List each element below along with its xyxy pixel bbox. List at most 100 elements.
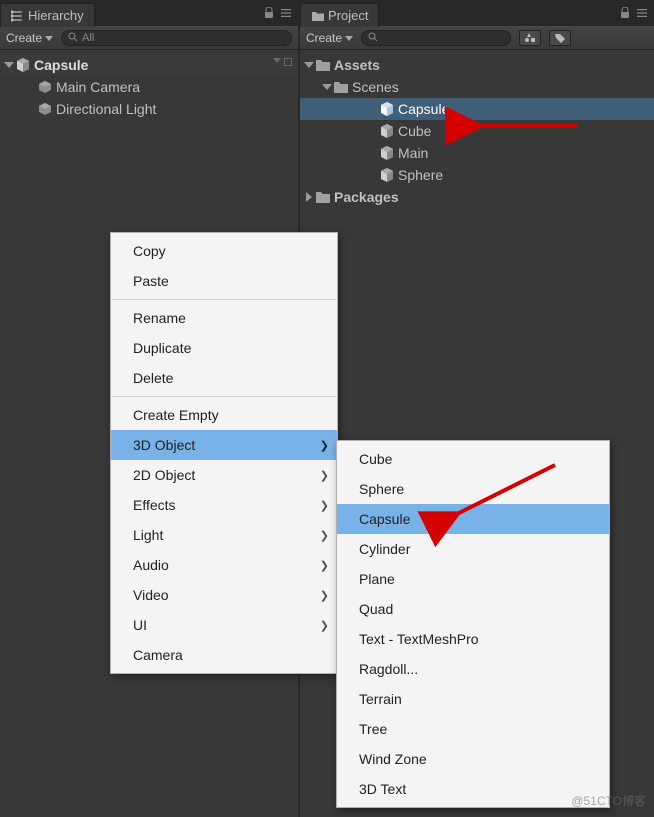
menu-item[interactable]: Ragdoll...	[337, 654, 609, 684]
lock-icon[interactable]	[620, 6, 630, 18]
menu-item[interactable]: Text - TextMeshPro	[337, 624, 609, 654]
lock-icon[interactable]	[264, 6, 274, 18]
filter-by-label-button[interactable]	[549, 30, 571, 46]
context-submenu-3d-object[interactable]: Cube SphereCapsule Cylinder Plane Quad Text -…	[336, 440, 610, 808]
menu-item[interactable]: 3D Text	[337, 774, 609, 804]
menu-item[interactable]: Rename	[111, 303, 337, 333]
submenu-arrow-icon: ❯	[320, 439, 329, 452]
folder-icon	[333, 79, 349, 95]
submenu-arrow-icon: ❯	[320, 559, 329, 572]
chevron-down-icon[interactable]	[273, 58, 281, 63]
menu-item[interactable]: Video❯	[111, 580, 337, 610]
menu-item-label: Cylinder	[359, 541, 410, 557]
project-tab[interactable]: Project	[300, 3, 379, 27]
project-search-input[interactable]	[361, 30, 511, 46]
hierarchy-item-label: Main Camera	[56, 79, 140, 95]
asset-label: Cube	[398, 123, 431, 139]
tab-menu-icon[interactable]	[636, 6, 648, 18]
folder-icon	[315, 189, 331, 205]
project-tab-label: Project	[328, 8, 368, 23]
hierarchy-item-label: Directional Light	[56, 101, 156, 117]
foldout-icon[interactable]	[4, 62, 14, 68]
project-packages-row[interactable]: Packages	[300, 186, 654, 208]
create-label: Create	[306, 31, 342, 45]
menu-item[interactable]: Paste	[111, 266, 337, 296]
menu-item[interactable]: Cylinder	[337, 534, 609, 564]
hierarchy-tab[interactable]: Hierarchy	[0, 3, 95, 27]
menu-item[interactable]: Cube	[337, 444, 609, 474]
foldout-icon[interactable]	[322, 84, 332, 90]
menu-item[interactable]: Create Empty	[111, 400, 337, 430]
menu-item[interactable]: Light❯	[111, 520, 337, 550]
menu-item[interactable]: 3D Object❯	[111, 430, 337, 460]
hierarchy-item[interactable]: Main Camera	[0, 76, 298, 98]
menu-item[interactable]: Wind Zone	[337, 744, 609, 774]
menu-item-label: Effects	[133, 497, 176, 513]
menu-item-label: 2D Object	[133, 467, 195, 483]
project-assets-row[interactable]: Assets	[300, 54, 654, 76]
hierarchy-root-label: Capsule	[34, 57, 88, 73]
menu-item[interactable]: Copy	[111, 236, 337, 266]
hierarchy-tabbar: Hierarchy	[0, 0, 298, 26]
menu-item-label: Wind Zone	[359, 751, 427, 767]
project-scene-asset[interactable]: Cube	[300, 120, 654, 142]
menu-separator	[112, 299, 336, 300]
hierarchy-item[interactable]: Directional Light	[0, 98, 298, 120]
menu-item-label: Create Empty	[133, 407, 219, 423]
project-create-button[interactable]: Create	[306, 31, 353, 45]
menu-item-label: Cube	[359, 451, 392, 467]
menu-item-label: Terrain	[359, 691, 402, 707]
menu-item[interactable]: Tree	[337, 714, 609, 744]
filter-by-type-button[interactable]	[519, 30, 541, 46]
options-icon[interactable]	[284, 58, 292, 66]
project-scenes-row[interactable]: Scenes	[300, 76, 654, 98]
menu-item[interactable]: Quad	[337, 594, 609, 624]
tab-menu-icon[interactable]	[280, 6, 292, 18]
watermark: @51CTO博客	[571, 792, 646, 809]
foldout-icon[interactable]	[304, 62, 314, 68]
hierarchy-root-row[interactable]: Capsule	[0, 54, 298, 76]
menu-item-label: Copy	[133, 243, 166, 259]
menu-item-label: Text - TextMeshPro	[359, 631, 479, 647]
asset-label: Main	[398, 145, 428, 161]
gameobject-icon	[37, 101, 53, 117]
menu-item-label: Paste	[133, 273, 169, 289]
menu-item[interactable]: Audio❯	[111, 550, 337, 580]
packages-label: Packages	[334, 189, 399, 205]
scenes-label: Scenes	[352, 79, 399, 95]
hierarchy-search-input[interactable]: All	[61, 30, 292, 46]
menu-item[interactable]: Sphere	[337, 474, 609, 504]
menu-item-label: Rename	[133, 310, 186, 326]
folder-icon	[311, 10, 323, 22]
unity-scene-icon	[379, 123, 395, 139]
project-scene-asset[interactable]: Sphere	[300, 164, 654, 186]
menu-item-label: Ragdoll...	[359, 661, 418, 677]
search-icon	[68, 32, 78, 45]
menu-item[interactable]: Plane	[337, 564, 609, 594]
menu-item-label: Light	[133, 527, 163, 543]
menu-item[interactable]: Camera	[111, 640, 337, 670]
chevron-down-icon	[45, 36, 53, 41]
menu-item[interactable]: Delete	[111, 363, 337, 393]
menu-item[interactable]: UI❯	[111, 610, 337, 640]
create-label: Create	[6, 31, 42, 45]
gameobject-icon	[37, 79, 53, 95]
menu-item[interactable]: Capsule	[337, 504, 609, 534]
menu-item-label: Quad	[359, 601, 393, 617]
menu-separator	[112, 396, 336, 397]
menu-item-label: Duplicate	[133, 340, 191, 356]
asset-label: Capsule	[398, 101, 449, 117]
menu-item[interactable]: Duplicate	[111, 333, 337, 363]
submenu-arrow-icon: ❯	[320, 619, 329, 632]
menu-item[interactable]: Terrain	[337, 684, 609, 714]
menu-item[interactable]: Effects❯	[111, 490, 337, 520]
hierarchy-toolbar: Create All	[0, 26, 298, 50]
menu-item[interactable]: 2D Object❯	[111, 460, 337, 490]
project-scene-asset[interactable]: Main	[300, 142, 654, 164]
menu-item-label: Camera	[133, 647, 183, 663]
project-scene-asset[interactable]: Capsule	[300, 98, 654, 120]
asset-label: Sphere	[398, 167, 443, 183]
foldout-icon[interactable]	[306, 192, 312, 202]
context-menu[interactable]: Copy Paste Rename Duplicate Delete Create Emp…	[110, 232, 338, 674]
hierarchy-create-button[interactable]: Create	[6, 31, 53, 45]
